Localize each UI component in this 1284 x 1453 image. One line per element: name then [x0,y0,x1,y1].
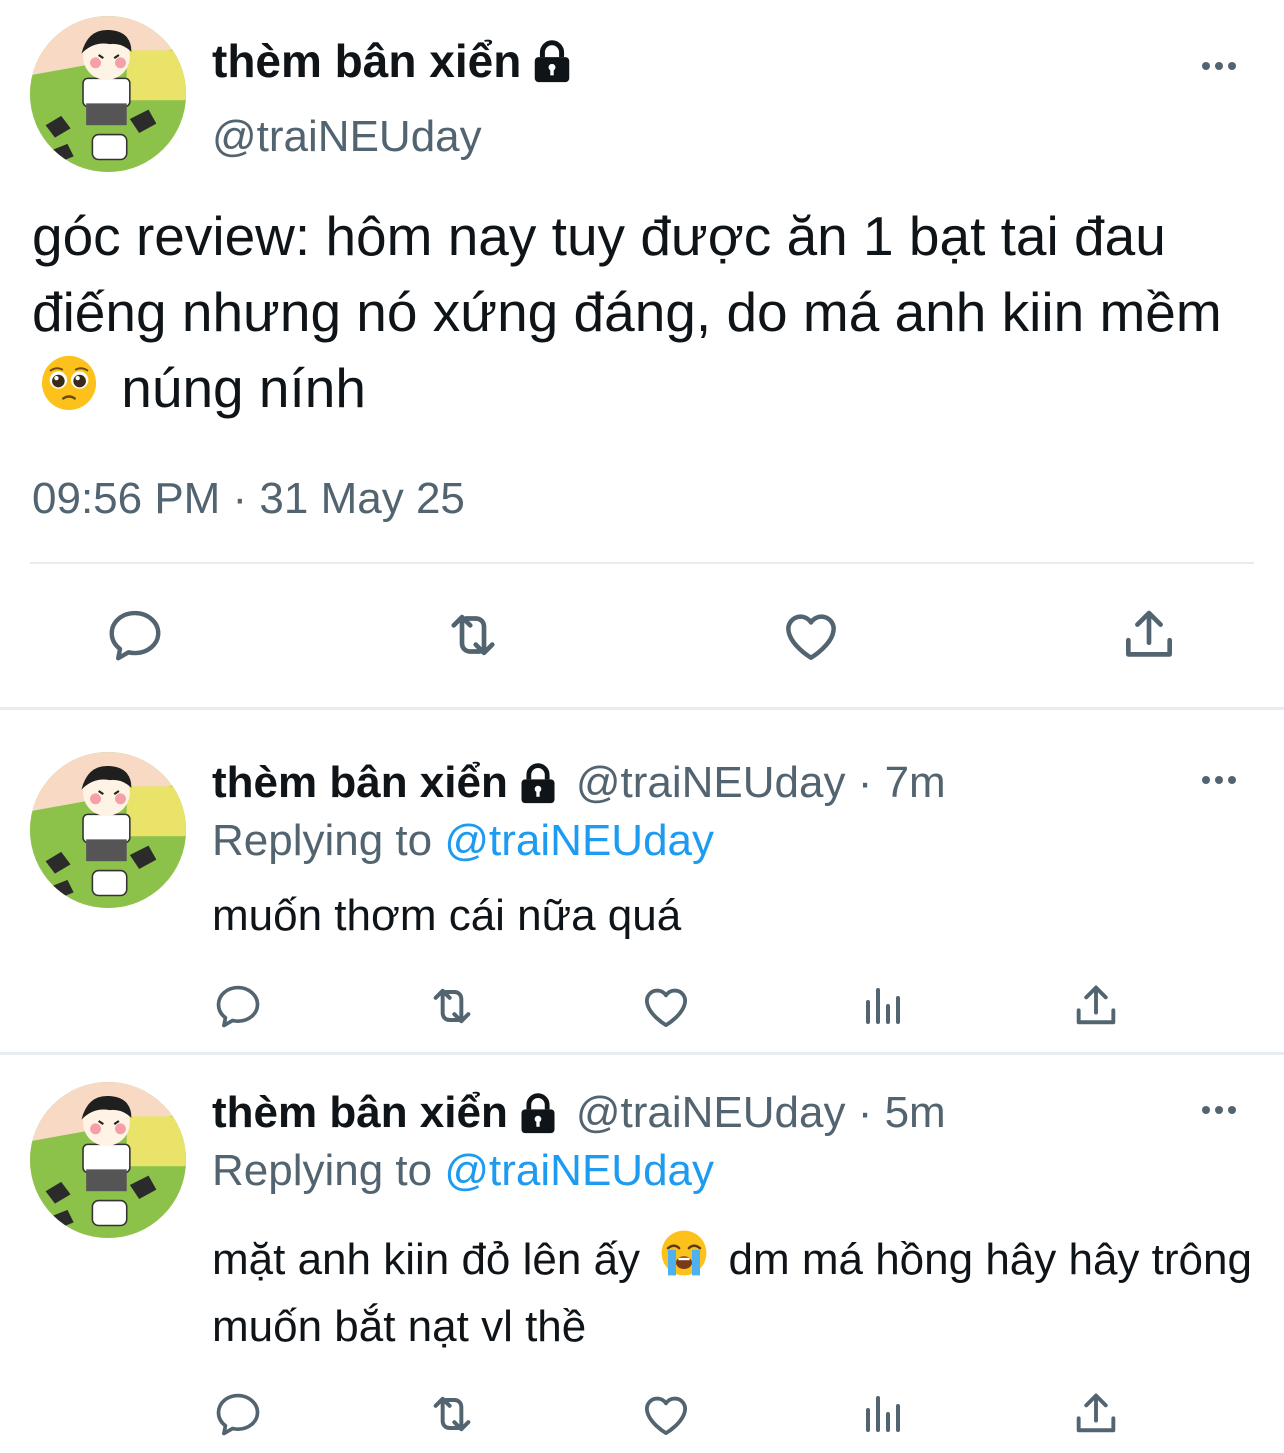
divider [30,562,1254,564]
tweet-text-part1: góc review: hôm nay tuy được ăn 1 bạt ta… [32,205,1222,343]
reply-text-part1: mặt anh kiin đỏ lên ấy [212,1235,641,1284]
reply-icon[interactable] [210,978,266,1034]
analytics-icon[interactable] [854,978,910,1034]
display-name[interactable]: thèm bân xiển [212,34,575,88]
reply-icon[interactable] [100,600,170,670]
reply-text-part1: muốn thơm cái nữa quá [212,891,682,940]
avatar[interactable] [30,1082,186,1238]
tweet-text: góc review: hôm nay tuy được ăn 1 bạt ta… [32,198,1262,431]
reply-text: muốn thơm cái nữa quá [212,884,1262,948]
timestamp[interactable]: 09:56 PM · 31 May 25 [32,474,465,524]
replying-to: Replying to @traiNEUday [212,1146,714,1196]
more-icon[interactable] [1202,62,1236,70]
divider [0,1052,1284,1055]
replying-to: Replying to @traiNEUday [212,816,714,866]
like-icon[interactable] [638,1386,694,1442]
more-icon[interactable] [1202,776,1236,784]
replying-to-label: Replying to [212,1146,433,1195]
like-icon[interactable] [638,978,694,1034]
share-icon[interactable] [1068,978,1124,1034]
pleading-face-icon [40,354,98,431]
replying-to-handle[interactable]: @traiNEUday [444,816,714,865]
display-name[interactable]: thèm bân xiển [212,758,508,808]
retweet-icon[interactable] [424,978,480,1034]
handle-time[interactable]: @traiNEUday · 7m [576,758,946,808]
more-icon[interactable] [1202,1106,1236,1114]
like-icon[interactable] [776,600,846,670]
handle-time[interactable]: @traiNEUday · 5m [576,1088,946,1138]
reply-header: thèm bân xiển @traiNEUday · 7m [212,758,946,808]
handle[interactable]: @traiNEUday [212,112,482,162]
retweet-icon[interactable] [438,600,508,670]
tweet-text-part2: núng nính [121,357,366,419]
reply-header: thèm bân xiển @traiNEUday · 5m [212,1088,946,1138]
share-icon[interactable] [1114,600,1184,670]
replying-to-handle[interactable]: @traiNEUday [444,1146,714,1195]
loudly-crying-face-icon [660,1229,708,1295]
lock-icon [516,761,560,805]
retweet-icon[interactable] [424,1386,480,1442]
lock-icon [529,38,575,84]
replying-to-label: Replying to [212,816,433,865]
reply-text: mặt anh kiin đỏ lên ấy dm má hồng hây hâ… [212,1228,1262,1359]
lock-icon [516,1091,560,1135]
analytics-icon[interactable] [854,1386,910,1442]
avatar[interactable] [30,16,186,172]
reply-icon[interactable] [210,1386,266,1442]
divider [0,707,1284,710]
display-name-text: thèm bân xiển [212,35,522,87]
share-icon[interactable] [1068,1386,1124,1442]
avatar[interactable] [30,752,186,908]
display-name[interactable]: thèm bân xiển [212,1088,508,1138]
